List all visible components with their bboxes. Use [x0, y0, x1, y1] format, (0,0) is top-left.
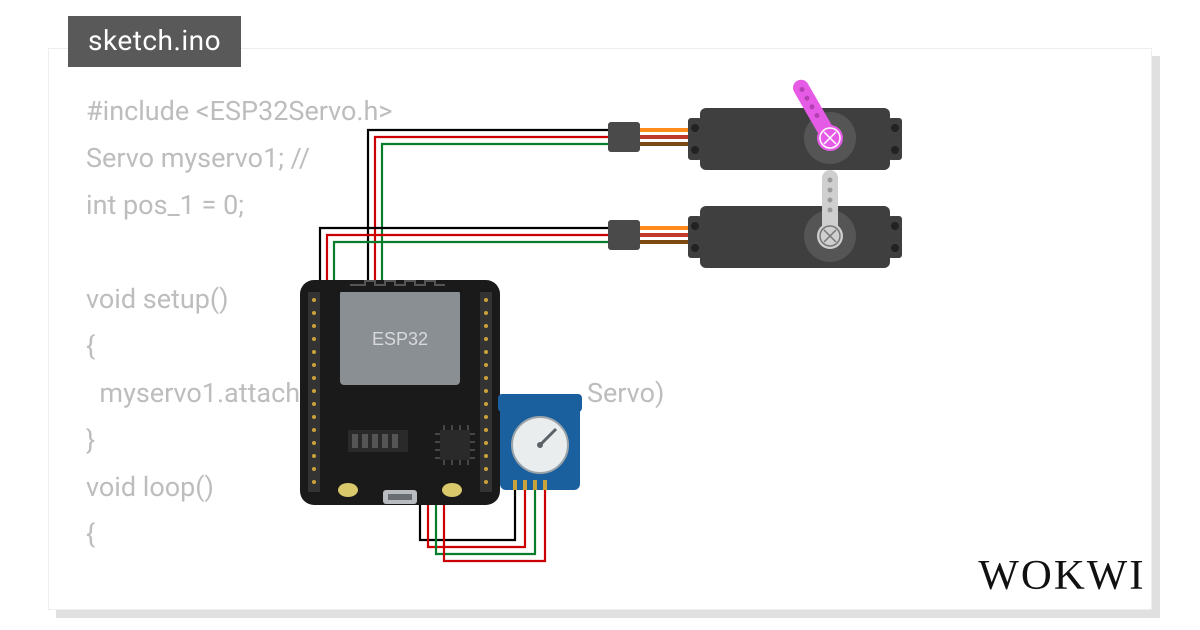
code-preview: #include <ESP32Servo.h> Servo myservo1; …: [86, 88, 664, 558]
filename-tab[interactable]: sketch.ino: [68, 16, 241, 67]
wokwi-brand: WOKWI: [978, 552, 1145, 600]
